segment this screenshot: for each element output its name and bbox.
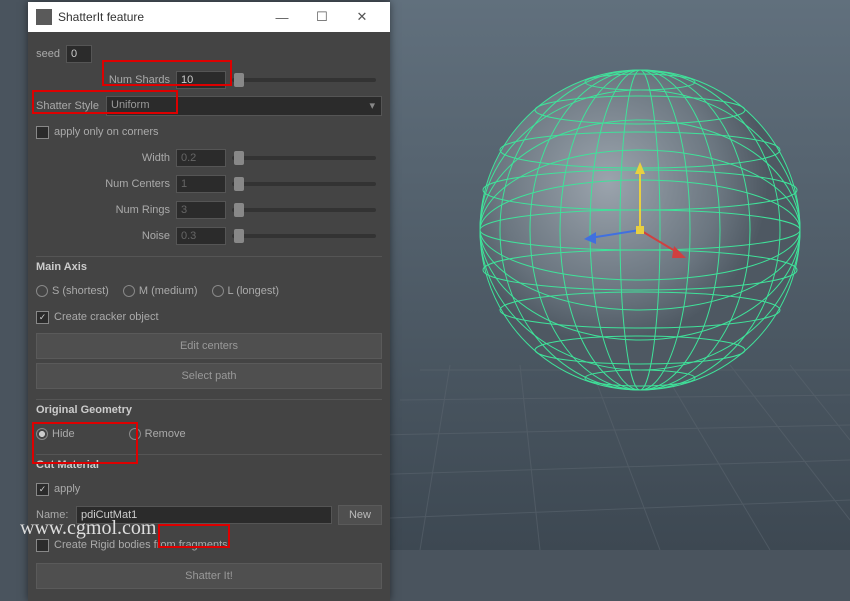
- axis-l-radio[interactable]: L (longest): [212, 285, 280, 297]
- width-label: Width: [36, 152, 176, 164]
- axis-m-radio[interactable]: M (medium): [123, 285, 198, 297]
- watermark: www.cgmol.com: [20, 517, 156, 540]
- shatterit-button[interactable]: Shatter It!: [36, 563, 382, 589]
- shatterstyle-select[interactable]: Uniform: [106, 96, 382, 116]
- axis-s-radio[interactable]: S (shortest): [36, 285, 109, 297]
- shatterstyle-label: Shatter Style: [36, 100, 106, 112]
- app-icon: [36, 9, 52, 25]
- noise-input[interactable]: [176, 227, 226, 245]
- cracker-check[interactable]: Create cracker object: [36, 311, 159, 324]
- new-button[interactable]: New: [338, 505, 382, 525]
- close-button[interactable]: ✕: [342, 9, 382, 25]
- window-title: ShatterIt feature: [58, 10, 144, 24]
- numshards-input[interactable]: [176, 71, 226, 89]
- hide-radio[interactable]: Hide: [36, 428, 75, 440]
- numcenters-label: Num Centers: [36, 178, 176, 190]
- numrings-label: Num Rings: [36, 204, 176, 216]
- remove-radio[interactable]: Remove: [129, 428, 186, 440]
- origgeo-section: Original Geometry: [36, 399, 382, 418]
- numrings-slider[interactable]: [232, 208, 376, 212]
- numrings-input[interactable]: [176, 201, 226, 219]
- numshards-slider[interactable]: [232, 78, 376, 82]
- width-input[interactable]: [176, 149, 226, 167]
- titlebar[interactable]: ShatterIt feature — ☐ ✕: [28, 2, 390, 32]
- maximize-button[interactable]: ☐: [302, 9, 342, 25]
- minimize-button[interactable]: —: [262, 10, 302, 25]
- viewport[interactable]: [390, 0, 850, 550]
- seed-label: seed: [36, 48, 66, 60]
- applycorners-check[interactable]: apply only on corners: [36, 126, 159, 139]
- cutmat-apply-check[interactable]: apply: [36, 483, 80, 496]
- mainaxis-section: Main Axis: [36, 256, 382, 275]
- seed-input[interactable]: [66, 45, 92, 63]
- cutmat-section: Cut Material: [36, 454, 382, 473]
- editcenters-button[interactable]: Edit centers: [36, 333, 382, 359]
- noise-slider[interactable]: [232, 234, 376, 238]
- numshards-label: Num Shards: [36, 74, 176, 86]
- numcenters-input[interactable]: [176, 175, 226, 193]
- noise-label: Noise: [36, 230, 176, 242]
- numcenters-slider[interactable]: [232, 182, 376, 186]
- shatterit-window: ShatterIt feature — ☐ ✕ seed Num Shards …: [28, 2, 390, 601]
- selectpath-button[interactable]: Select path: [36, 363, 382, 389]
- width-slider[interactable]: [232, 156, 376, 160]
